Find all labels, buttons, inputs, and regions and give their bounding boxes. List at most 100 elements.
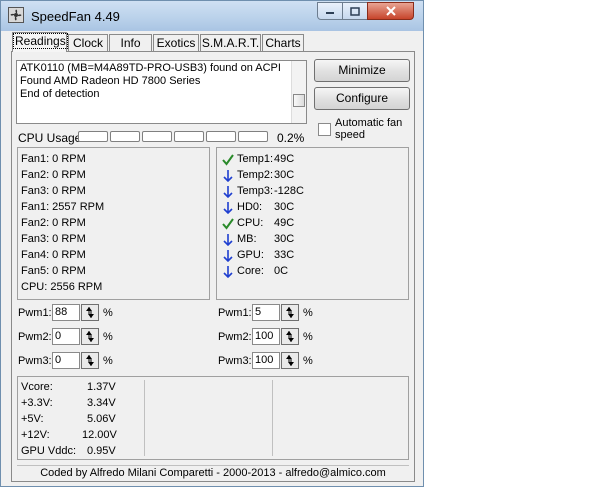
pwm1-left-spinner[interactable] (81, 304, 99, 321)
temp-label: GPU: (237, 249, 264, 261)
spinner-arrows-icon (86, 331, 94, 342)
temp-label: Temp3: (237, 185, 274, 197)
tab-info[interactable]: Info (109, 34, 152, 51)
title-bar[interactable]: SpeedFan 4.49 (1, 1, 423, 31)
fan-reading: CPU: 2556 RPM (21, 281, 103, 293)
percent-sign: % (303, 331, 313, 343)
pwm3-right-spinner[interactable] (281, 352, 299, 369)
percent-sign: % (303, 307, 313, 319)
spinner-arrows-icon (286, 355, 294, 366)
log-scrollbar[interactable] (291, 61, 306, 123)
check-icon (222, 218, 234, 230)
close-window-button[interactable] (367, 2, 414, 20)
temp-value: 0C (274, 265, 289, 277)
arrow-down-icon (223, 202, 233, 214)
tab-exotics[interactable]: Exotics (153, 34, 199, 51)
temp-label: MB: (237, 233, 257, 245)
automatic-fan-speed-checkbox[interactable] (318, 123, 331, 136)
arrow-down-icon (223, 250, 233, 262)
pwm3-left-input[interactable]: 0 (52, 352, 80, 369)
voltage-label: +5V: (21, 413, 44, 425)
temp-label: Temp2: (237, 169, 274, 181)
pwm1-left-input[interactable]: 88 (52, 304, 80, 321)
temp-label: Temp1: (237, 153, 274, 165)
temp-value: 30C (274, 169, 295, 181)
cpu-usage-meter-segment (174, 131, 204, 142)
arrow-down-icon (223, 170, 233, 182)
arrow-down-icon (223, 234, 233, 246)
pwm1-right-spinner[interactable] (281, 304, 299, 321)
pwm-label: Pwm2: (218, 331, 252, 343)
pwm-label: Pwm1: (18, 307, 52, 319)
detection-log[interactable]: ATK0110 (MB=M4A89TD-PRO-USB3) found on A… (16, 60, 307, 124)
automatic-fan-speed-label: Automatic fan speed (335, 117, 403, 141)
log-line: Found AMD Radeon HD 7800 Series (20, 75, 201, 87)
column-divider (272, 380, 273, 456)
voltage-label: +12V: (21, 429, 50, 441)
voltage-value: 5.06V (87, 413, 116, 425)
temp-label: HD0: (237, 201, 263, 213)
temp-value: 30C (274, 233, 295, 245)
percent-sign: % (103, 355, 113, 367)
temp-label: CPU: (237, 217, 264, 229)
pwm2-right-spinner[interactable] (281, 328, 299, 345)
minimize-window-button[interactable] (317, 2, 343, 20)
cpu-usage-meter-segment (110, 131, 140, 142)
maximize-window-button[interactable] (342, 2, 368, 20)
window-title: SpeedFan 4.49 (31, 9, 120, 24)
spinner-arrows-icon (286, 307, 294, 318)
voltage-label: Vcore: (21, 381, 53, 393)
scrollbar-thumb[interactable] (293, 94, 305, 107)
tab-label: Readings (13, 33, 68, 49)
pwm-label: Pwm1: (218, 307, 252, 319)
pwm-label: Pwm3: (218, 355, 252, 367)
tab-smart[interactable]: S.M.A.R.T. (200, 34, 261, 51)
temperatures-group: Temp1: 49C Temp2: 30C Temp3: -128C HD0: … (216, 147, 409, 300)
percent-sign: % (103, 331, 113, 343)
voltage-value: 1.37V (87, 381, 116, 393)
pwm-label: Pwm3: (18, 355, 52, 367)
voltage-label: +3.3V: (21, 397, 53, 409)
log-line: ATK0110 (MB=M4A89TD-PRO-USB3) found on A… (20, 62, 281, 74)
column-divider (144, 380, 145, 456)
speedfan-window: SpeedFan 4.49 Readings Clock Info Exotic… (0, 0, 424, 487)
fan-reading: Fan1: 0 RPM (21, 153, 86, 165)
pwm2-right-input[interactable]: 100 (252, 328, 280, 345)
spinner-arrows-icon (86, 355, 94, 366)
cpu-usage-meter-segment (238, 131, 268, 142)
app-fan-icon (8, 7, 24, 23)
check-icon (222, 154, 234, 166)
temp-value: -128C (274, 185, 304, 197)
pwm2-left-spinner[interactable] (81, 328, 99, 345)
voltages-group: Vcore: 1.37V +3.3V: 3.34V +5V: 5.06V +12… (17, 376, 409, 460)
temp-label: Core: (237, 265, 264, 277)
temp-value: 33C (274, 249, 295, 261)
cpu-usage-meter-segment (206, 131, 236, 142)
pwm2-left-input[interactable]: 0 (52, 328, 80, 345)
fan-speeds-group: Fan1: 0 RPM Fan2: 0 RPM Fan3: 0 RPM Fan1… (17, 147, 210, 300)
temp-value: 49C (274, 153, 295, 165)
cpu-usage-label: CPU Usage (18, 131, 82, 145)
percent-sign: % (103, 307, 113, 319)
minimize-button[interactable]: Minimize (314, 59, 410, 82)
minimize-icon (326, 12, 334, 14)
voltage-value: 0.95V (87, 445, 116, 457)
arrow-down-icon (223, 186, 233, 198)
arrow-down-icon (223, 266, 233, 278)
spinner-arrows-icon (86, 307, 94, 318)
pwm3-right-input[interactable]: 100 (252, 352, 280, 369)
footer-credits: Coded by Alfredo Milani Comparetti - 200… (40, 467, 386, 479)
fan-reading: Fan1: 2557 RPM (21, 201, 105, 213)
pwm-label: Pwm2: (18, 331, 52, 343)
maximize-icon (350, 6, 360, 16)
temp-value: 49C (274, 217, 295, 229)
configure-button[interactable]: Configure (314, 87, 410, 110)
fan-reading: Fan2: 0 RPM (21, 217, 86, 229)
tab-charts[interactable]: Charts (262, 34, 304, 51)
tab-clock[interactable]: Clock (68, 34, 108, 51)
cpu-usage-meter-segment (142, 131, 172, 142)
tab-readings[interactable]: Readings (12, 32, 68, 52)
pwm3-left-spinner[interactable] (81, 352, 99, 369)
cpu-usage-value: 0.2% (277, 131, 305, 145)
pwm1-right-input[interactable]: 5 (252, 304, 280, 321)
